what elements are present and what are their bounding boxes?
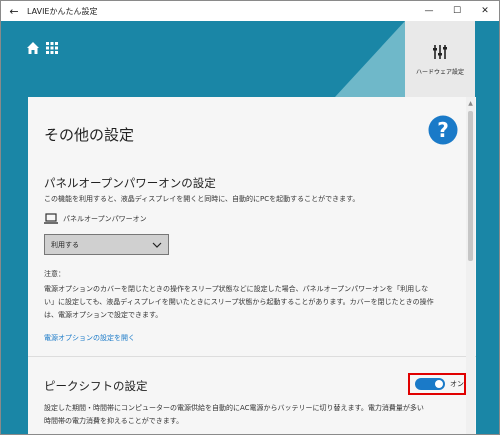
back-button[interactable]: ← bbox=[1, 1, 27, 21]
panel-open-description: この機能を利用すると、液晶ディスプレイを開くと同時に、自動的にPCを起動すること… bbox=[44, 195, 360, 203]
close-button[interactable]: ✕ bbox=[471, 1, 499, 21]
sliders-icon bbox=[433, 44, 447, 59]
panel-open-section-title: パネルオープンパワーオンの設定 bbox=[44, 176, 216, 190]
peak-shift-toggle-highlight: オン bbox=[408, 373, 466, 395]
settings-panel: その他の設定 ? パネルオープンパワーオンの設定 この機能を利用すると、液晶ディ… bbox=[28, 97, 476, 434]
hardware-settings-label: ハードウェア設定 bbox=[415, 68, 464, 76]
minimize-button[interactable]: — bbox=[415, 1, 443, 21]
panel-open-dropdown[interactable]: 利用する bbox=[44, 234, 169, 255]
laptop-icon bbox=[44, 213, 58, 224]
header-triangle-decoration bbox=[335, 21, 405, 97]
window-controls: — ☐ ✕ bbox=[415, 1, 499, 21]
page-title: その他の設定 bbox=[44, 126, 135, 144]
apps-grid-icon[interactable] bbox=[45, 41, 59, 55]
panel-open-feature-label: パネルオープンパワーオン bbox=[63, 215, 147, 223]
peak-shift-toggle-label: オン bbox=[450, 380, 464, 388]
scrollbar-thumb[interactable] bbox=[468, 111, 473, 261]
help-icon[interactable]: ? bbox=[428, 115, 458, 145]
peak-shift-toggle[interactable] bbox=[415, 378, 445, 390]
window-title: LAVIEかんたん設定 bbox=[27, 6, 98, 16]
scroll-up-arrow[interactable]: ▲ bbox=[466, 100, 475, 108]
hardware-settings-tile[interactable]: ハードウェア設定 bbox=[405, 21, 475, 97]
dropdown-selected-value: 利用する bbox=[51, 240, 79, 249]
peak-shift-description: 設定した期間・時間帯にコンピューターの電源供給を自動的にAC電源からバッテリーに… bbox=[44, 404, 424, 412]
home-icon[interactable] bbox=[26, 41, 40, 55]
vertical-scrollbar[interactable]: ▲ bbox=[466, 97, 475, 434]
chevron-down-icon bbox=[152, 242, 162, 248]
note-line: は、電源オプションで設定できます。 bbox=[44, 311, 163, 319]
note-title: 注意： bbox=[44, 270, 65, 278]
note-line: 電源オプションのカバーを閉じたときの操作をスリープ状態などに設定した場合、パネル… bbox=[44, 285, 429, 293]
app-window: ← LAVIEかんたん設定 — ☐ ✕ ハードウェア設定 その他の設定 ? パネ… bbox=[0, 0, 500, 435]
app-header: ハードウェア設定 bbox=[1, 21, 499, 97]
peak-shift-description: 時間帯の電力消費を抑えることができます。 bbox=[44, 417, 184, 425]
toggle-knob bbox=[435, 380, 443, 388]
section-divider bbox=[28, 356, 476, 357]
title-bar: ← LAVIEかんたん設定 — ☐ ✕ bbox=[1, 1, 499, 21]
maximize-button[interactable]: ☐ bbox=[443, 1, 471, 21]
peak-shift-section-title: ピークシフトの設定 bbox=[44, 379, 148, 393]
svg-text:?: ? bbox=[437, 118, 449, 142]
power-options-link[interactable]: 電源オプションの設定を開く bbox=[44, 333, 135, 343]
note-line: い」に設定しても、液晶ディスプレイを開いたときにスリープ状態から起動することがあ… bbox=[44, 298, 434, 306]
